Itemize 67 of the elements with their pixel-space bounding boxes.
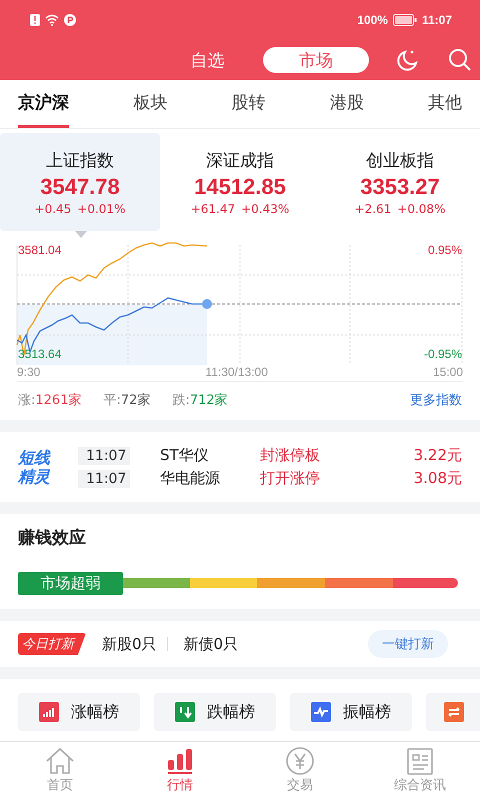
index-card[interactable]: 创业板指 3353.27 +2.61 +0.08%: [320, 133, 480, 231]
market-tab[interactable]: 板块: [133, 80, 168, 128]
index-change: +61.47: [190, 202, 236, 216]
index-name: 创业板指: [366, 150, 434, 172]
time-axis-label: 15:00: [432, 365, 463, 379]
one-click-subscribe-button[interactable]: 一键打新: [368, 630, 448, 658]
short-line-logo: 精灵: [18, 467, 51, 486]
stock-price: 3.22元: [414, 446, 462, 465]
stock-name: ST华仪: [160, 446, 210, 465]
index-name: 上证指数: [46, 150, 114, 172]
index-value: 3547.78: [40, 174, 120, 200]
notification-icon: [30, 14, 40, 26]
alert-event: 封涨停板: [260, 446, 321, 465]
pointer-icon: [75, 231, 87, 238]
ranking-button[interactable]: 跌幅榜: [154, 693, 276, 731]
ranking-button[interactable]: 涨幅榜: [18, 693, 140, 731]
market-tab[interactable]: 京沪深: [18, 80, 69, 128]
ranking-button[interactable]: 振幅榜: [290, 693, 412, 731]
index-change: +0.45: [34, 202, 72, 216]
market-tab[interactable]: 股转: [232, 80, 266, 128]
alert-event: 打开涨停: [260, 469, 321, 488]
index-value: 14512.85: [194, 174, 286, 200]
chart-high-label: 3581.04: [18, 243, 62, 257]
index-value: 3353.27: [360, 174, 440, 200]
yen-icon: [283, 746, 317, 776]
search-icon[interactable]: [447, 47, 473, 73]
new-bonds-count: 新债0只: [184, 634, 238, 654]
breadth-count: 712家: [190, 392, 228, 409]
index-percent: +0.43%: [241, 202, 290, 216]
stock-price: 3.08元: [414, 469, 462, 488]
time-axis-label: 9:30: [17, 365, 40, 379]
breadth-label: 平:: [103, 392, 121, 409]
sentiment-badge: 市场超弱: [18, 572, 123, 594]
battery-icon: [392, 14, 417, 26]
chart-low-percent: -0.95%: [424, 347, 462, 361]
wave-icon: [311, 702, 331, 722]
index-percent: +0.01%: [77, 202, 126, 216]
breadth-count: 1261家: [35, 392, 82, 409]
market-tab[interactable]: 其他: [428, 80, 462, 128]
index-name: 深证成指: [206, 150, 274, 172]
header-tab[interactable]: 自选: [160, 47, 255, 73]
app-notification-icon: [64, 14, 76, 26]
market-tab[interactable]: 港股: [330, 80, 364, 128]
time-axis-label: 11:30/13:00: [205, 365, 268, 379]
chart-low-label: 3513.64: [18, 347, 62, 361]
rising-chart-icon: [39, 702, 59, 722]
breadth-label: 涨:: [18, 392, 36, 409]
battery-percent: 100%: [357, 13, 388, 27]
alert-time: 11:07: [78, 470, 130, 488]
breadth-count: 72家: [120, 392, 150, 409]
clock: 11:07: [422, 13, 452, 27]
header-tab[interactable]: 市场: [263, 47, 369, 73]
index-card[interactable]: 深证成指 14512.85 +61.47 +0.43%: [160, 133, 320, 231]
breadth-label: 跌:: [172, 392, 190, 409]
index-percent: +0.08%: [397, 202, 446, 216]
alert-time: 11:07: [78, 446, 130, 464]
section-title: 赚钱效应: [18, 527, 87, 549]
short-line-logo: 短线: [18, 448, 52, 467]
more-indices-link[interactable]: 更多指数: [410, 391, 462, 409]
swap-icon: [444, 702, 464, 722]
wifi-icon: [45, 14, 59, 26]
nav-tab[interactable]: 行情: [120, 746, 240, 800]
chart-high-percent: 0.95%: [428, 243, 462, 257]
ipo-badge: 今日打新: [18, 633, 86, 655]
index-change: +2.61: [354, 202, 392, 216]
stock-name: 华电能源: [160, 469, 221, 488]
new-stocks-count: 新股0只: [102, 634, 157, 654]
